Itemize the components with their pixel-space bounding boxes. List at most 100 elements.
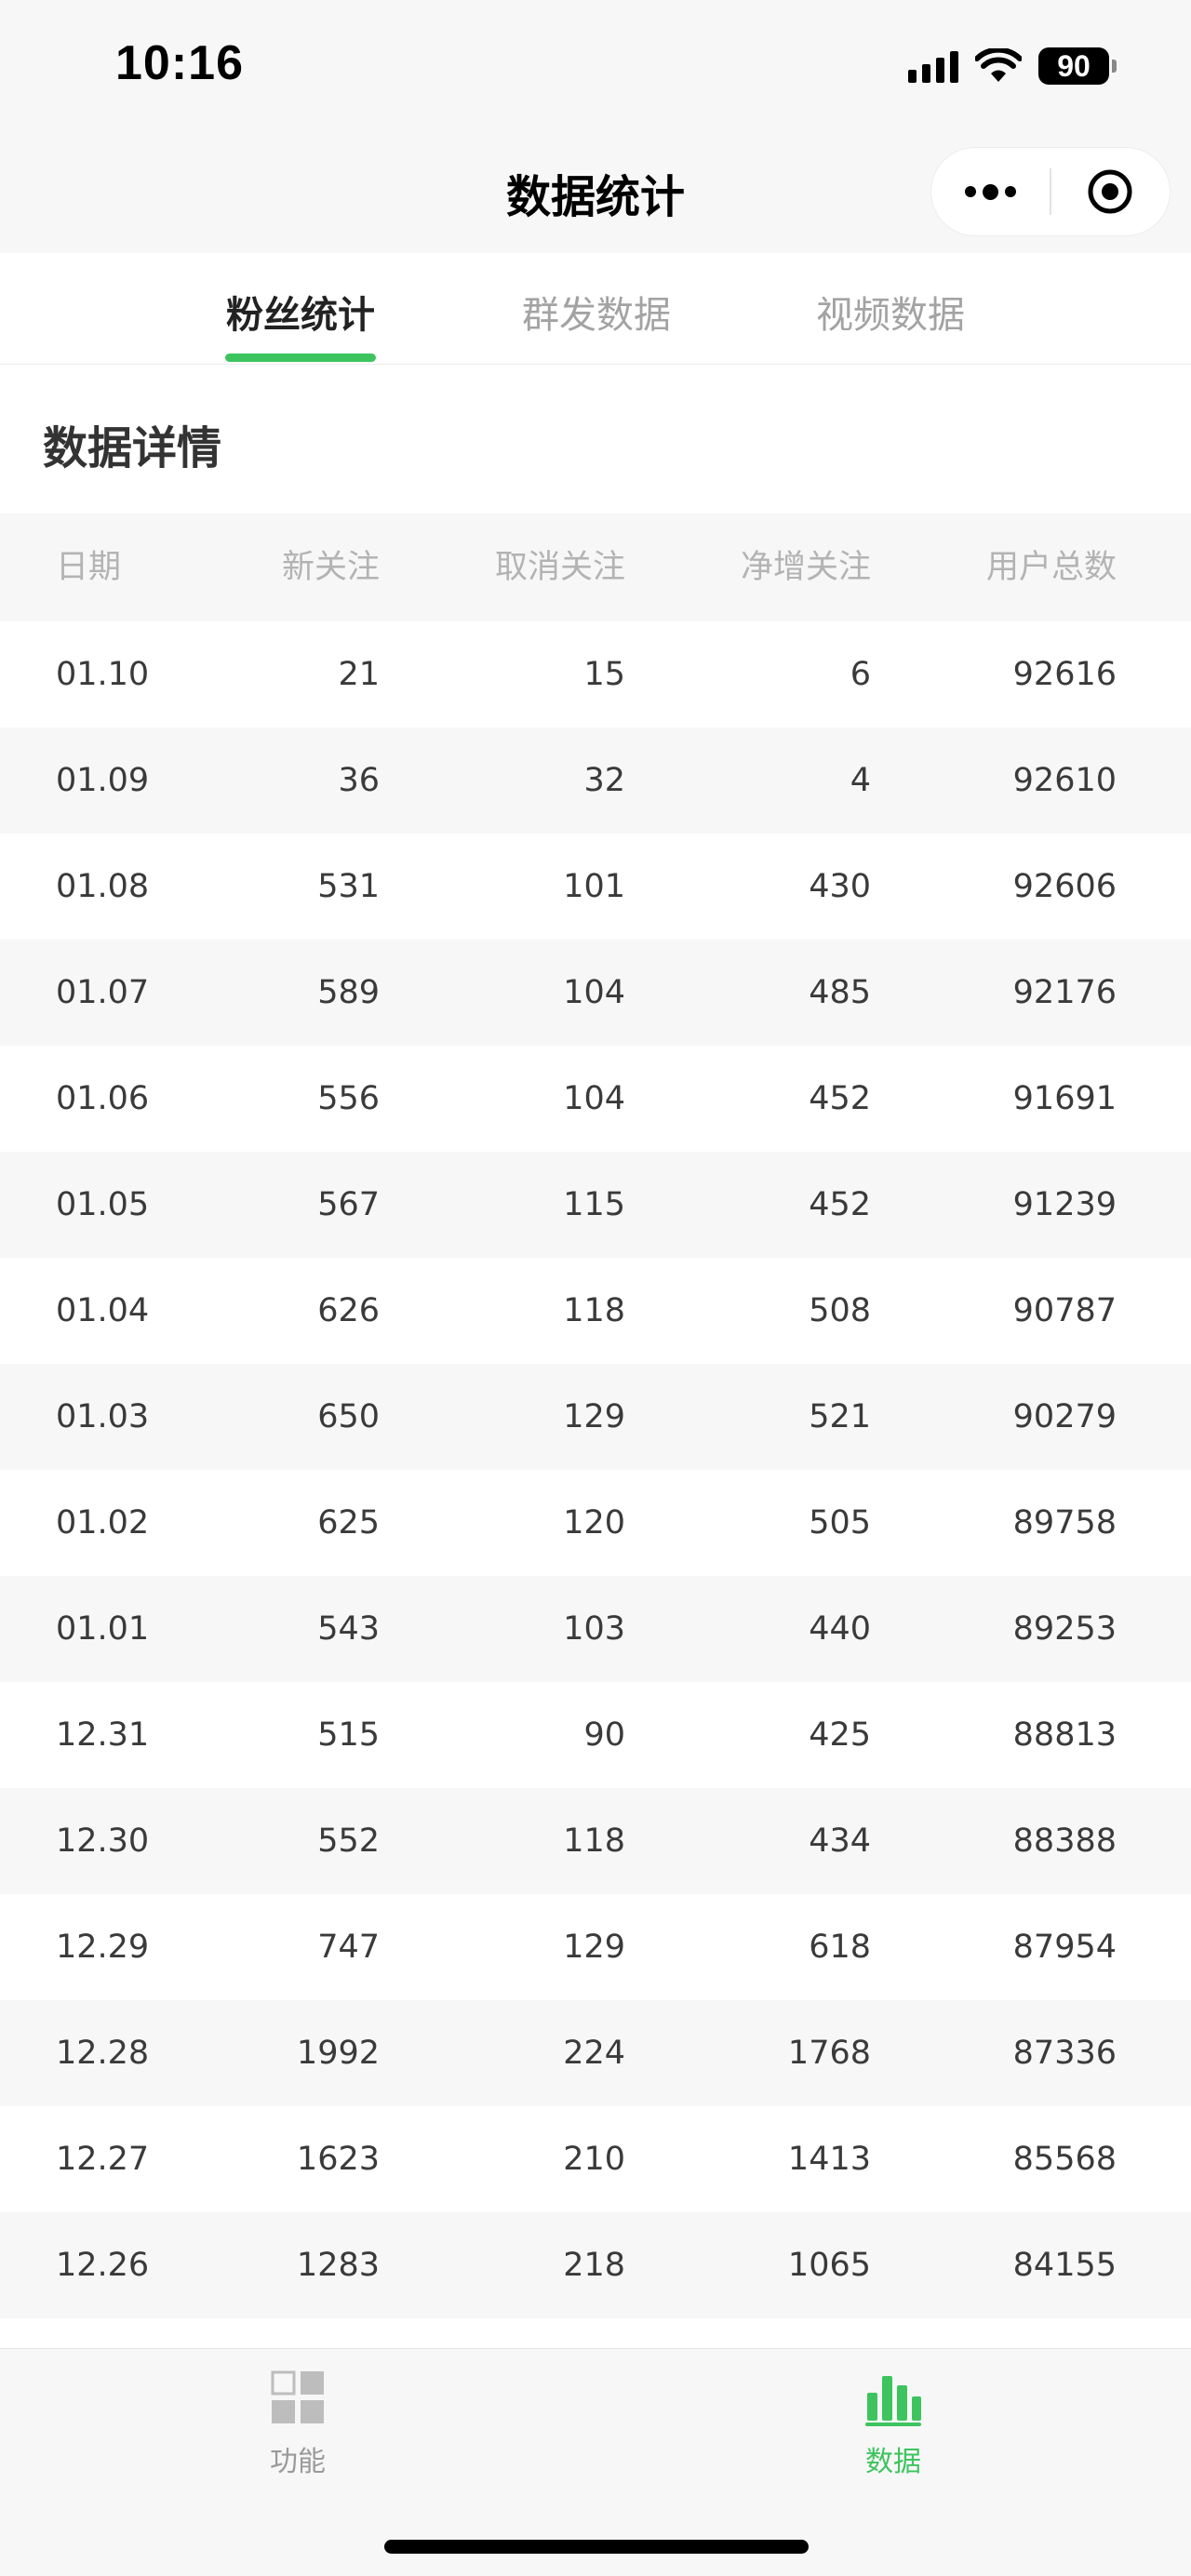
header-date: 日期 <box>56 549 122 586</box>
cell-new-follow: 36 <box>338 762 380 799</box>
cell-net-growth: 440 <box>809 1610 871 1648</box>
cell-total-users: 91239 <box>1012 1186 1117 1223</box>
table-row: 12.26 1283 218 1065 84155 <box>0 2212 1191 2318</box>
header-net-growth: 净增关注 <box>740 549 871 586</box>
table-row: 01.05 567 115 452 91239 <box>0 1152 1191 1258</box>
home-indicator[interactable] <box>384 2540 809 2554</box>
cell-date: 01.01 <box>56 1610 150 1648</box>
battery-icon: 90 <box>1038 47 1117 85</box>
header-total-users: 用户总数 <box>985 549 1117 586</box>
cell-new-follow: 1992 <box>296 2035 380 2072</box>
cell-date: 01.07 <box>56 974 150 1011</box>
cell-total-users: 91691 <box>1012 1080 1117 1117</box>
cell-total-users: 92606 <box>1012 868 1117 905</box>
table-row: 12.30 552 118 434 88388 <box>0 1788 1191 1894</box>
table-row: 01.09 36 32 4 92610 <box>0 727 1191 834</box>
cell-date: 01.09 <box>56 762 150 799</box>
cell-net-growth: 452 <box>809 1080 871 1117</box>
cell-date: 12.26 <box>56 2247 150 2284</box>
data-table: 日期 新关注 取消关注 净增关注 用户总数 01.10 21 15 6 9261… <box>0 514 1191 2318</box>
table-row: 01.06 556 104 452 91691 <box>0 1046 1191 1152</box>
cell-date: 12.27 <box>56 2141 150 2178</box>
cell-net-growth: 1768 <box>787 2035 871 2072</box>
cell-date: 01.04 <box>56 1292 150 1329</box>
bottom-tab-functions[interactable]: 功能 <box>158 2349 437 2507</box>
close-button[interactable] <box>1051 147 1170 236</box>
cell-date: 01.10 <box>56 656 150 693</box>
cell-unfollow: 218 <box>563 2247 625 2284</box>
wifi-icon <box>975 48 1022 82</box>
more-button[interactable] <box>931 147 1050 236</box>
cell-unfollow: 15 <box>583 656 625 693</box>
cell-unfollow: 90 <box>583 1716 625 1754</box>
cell-total-users: 87336 <box>1012 2035 1117 2072</box>
cell-net-growth: 485 <box>809 974 871 1011</box>
cell-net-growth: 1413 <box>787 2141 871 2178</box>
cell-net-growth: 521 <box>809 1398 871 1435</box>
cell-new-follow: 543 <box>317 1610 380 1648</box>
cell-net-growth: 508 <box>809 1292 871 1329</box>
bottom-tab-data[interactable]: 数据 <box>754 2349 1033 2507</box>
cell-total-users: 89253 <box>1012 1610 1117 1648</box>
active-tab-indicator <box>225 354 376 362</box>
cell-total-users: 90279 <box>1012 1398 1117 1435</box>
cell-net-growth: 452 <box>809 1186 871 1223</box>
cell-date: 12.30 <box>56 1822 150 1860</box>
cell-total-users: 92610 <box>1012 762 1117 799</box>
cell-date: 12.29 <box>56 1929 150 1966</box>
cell-date: 12.28 <box>56 2035 150 2072</box>
cell-total-users: 92176 <box>1012 974 1117 1011</box>
cell-total-users: 88388 <box>1012 1822 1117 1860</box>
grid-icon <box>271 2370 324 2423</box>
cell-unfollow: 104 <box>563 974 625 1011</box>
tab-fans-stats[interactable]: 粉丝统计 <box>189 253 412 365</box>
cell-total-users: 88813 <box>1012 1716 1117 1754</box>
target-circle-icon <box>1088 169 1132 214</box>
cell-new-follow: 515 <box>317 1716 380 1754</box>
table-row: 01.10 21 15 6 92616 <box>0 621 1191 727</box>
cell-new-follow: 589 <box>317 974 380 1011</box>
bottom-tab-label: 功能 <box>270 2446 326 2478</box>
cell-unfollow: 32 <box>583 762 625 799</box>
cell-date: 01.08 <box>56 868 150 905</box>
cell-net-growth: 618 <box>809 1929 871 1966</box>
cell-unfollow: 210 <box>563 2141 625 2178</box>
cell-new-follow: 747 <box>317 1929 380 1966</box>
cell-unfollow: 103 <box>563 1610 625 1648</box>
cell-new-follow: 21 <box>338 656 380 693</box>
cell-net-growth: 425 <box>809 1716 871 1754</box>
cell-new-follow: 1283 <box>296 2247 380 2284</box>
cell-net-growth: 4 <box>850 762 871 799</box>
table-row: 12.27 1623 210 1413 85568 <box>0 2106 1191 2212</box>
header-unfollow: 取消关注 <box>494 549 625 586</box>
cell-total-users: 92616 <box>1012 656 1117 693</box>
cell-date: 01.06 <box>56 1080 150 1117</box>
table-row: 01.04 626 118 508 90787 <box>0 1258 1191 1364</box>
cell-net-growth: 434 <box>809 1822 871 1860</box>
cell-date: 01.02 <box>56 1504 150 1542</box>
cell-net-growth: 430 <box>809 868 871 905</box>
header-new-follow: 新关注 <box>281 549 380 586</box>
cell-net-growth: 1065 <box>787 2247 871 2284</box>
cell-net-growth: 505 <box>809 1504 871 1542</box>
status-time: 10:16 <box>115 36 244 90</box>
tab-broadcast-data[interactable]: 群发数据 <box>485 253 708 365</box>
table-row: 01.07 589 104 485 92176 <box>0 940 1191 1046</box>
more-dots-icon <box>965 183 1016 200</box>
cell-unfollow: 101 <box>563 868 625 905</box>
cell-new-follow: 567 <box>317 1186 380 1223</box>
section-title: 数据详情 <box>43 422 222 474</box>
tab-video-data[interactable]: 视频数据 <box>779 253 1002 365</box>
cell-total-users: 89758 <box>1012 1504 1117 1542</box>
table-row: 12.29 747 129 618 87954 <box>0 1894 1191 2000</box>
table-row: 01.08 531 101 430 92606 <box>0 834 1191 940</box>
cell-date: 01.05 <box>56 1186 150 1223</box>
cell-date: 01.03 <box>56 1398 150 1435</box>
cell-unfollow: 115 <box>563 1186 625 1223</box>
table-row: 01.02 625 120 505 89758 <box>0 1470 1191 1576</box>
cell-total-users: 85568 <box>1012 2141 1117 2178</box>
table-row: 12.28 1992 224 1768 87336 <box>0 2000 1191 2106</box>
cell-new-follow: 552 <box>317 1822 380 1860</box>
signal-icon <box>908 49 958 83</box>
cell-total-users: 84155 <box>1012 2247 1117 2284</box>
